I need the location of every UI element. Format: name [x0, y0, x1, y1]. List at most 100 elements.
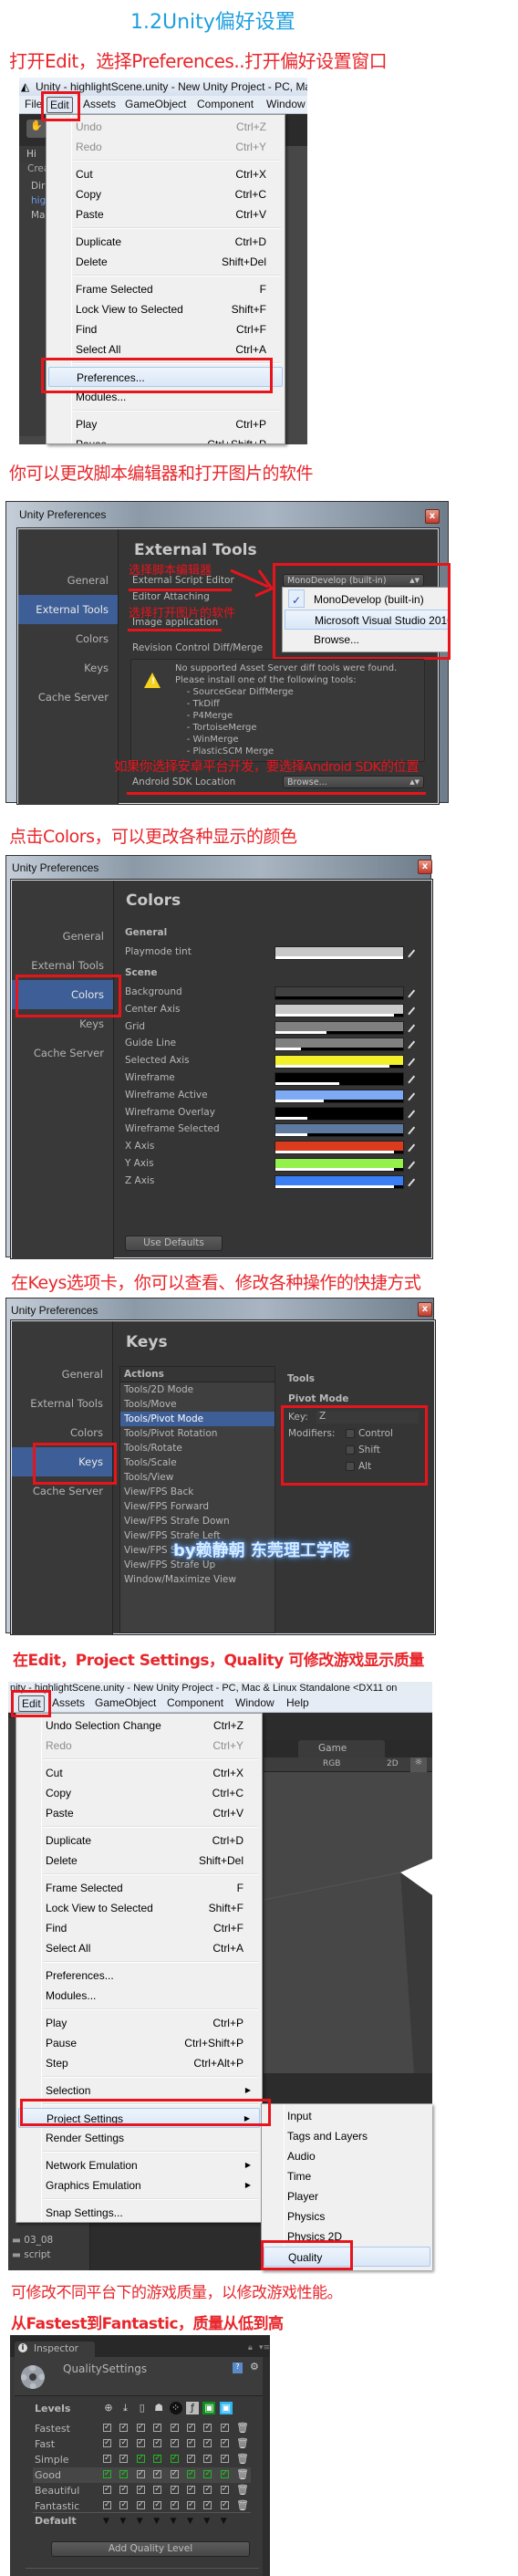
default-dropdown-arrow[interactable]: ▼ — [137, 2517, 143, 2526]
menu-item-audio[interactable]: Audio — [264, 2146, 430, 2166]
platform-checkbox[interactable]: ✓ — [119, 2486, 129, 2494]
menu-item-paste[interactable]: Paste Ctrl+V — [48, 204, 283, 224]
menu-item-lock-view-to-selected[interactable]: Lock View to Selected Shift+F — [48, 299, 283, 319]
menu-item-paste[interactable]: Paste Ctrl+V — [18, 1803, 260, 1823]
menubar-help[interactable]: Help — [284, 1695, 312, 1710]
platform-checkbox[interactable]: ✓ — [153, 2455, 162, 2463]
delete-level-icon[interactable]: 🗑︎ — [236, 2437, 249, 2449]
menubar-assets[interactable]: Assets — [49, 1695, 88, 1710]
menu-item-delete[interactable]: Delete Shift+Del — [18, 1851, 260, 1871]
sun-icon[interactable]: ☼ — [410, 1757, 427, 1772]
action-item-view-fps-strafe-down[interactable]: View/FPS Strafe Down — [120, 1514, 275, 1528]
color-swatch[interactable] — [275, 986, 404, 1000]
action-item-tools-rotate[interactable]: Tools/Rotate — [120, 1441, 275, 1455]
color-swatch[interactable] — [275, 1141, 404, 1155]
hierarchy-item[interactable]: Dir — [31, 181, 45, 192]
menu-item-modules[interactable]: Modules... — [18, 1986, 260, 2006]
default-dropdown-arrow[interactable]: ▼ — [153, 2517, 160, 2526]
platform-checkbox[interactable]: ✓ — [119, 2424, 129, 2432]
default-dropdown-arrow[interactable]: ▼ — [221, 2517, 227, 2526]
platform-checkbox[interactable]: ✓ — [153, 2424, 162, 2432]
action-item-tools-view[interactable]: Tools/View — [120, 1470, 275, 1485]
scrollbar[interactable] — [263, 2357, 270, 2576]
platform-checkbox[interactable]: ✓ — [170, 2470, 179, 2478]
sidebar-item-general[interactable]: General — [12, 922, 113, 951]
close-button[interactable]: x — [418, 1302, 432, 1317]
platform-checkbox[interactable]: ✓ — [220, 2439, 229, 2447]
menu-item-time[interactable]: Time — [264, 2166, 430, 2186]
color-swatch[interactable] — [275, 1106, 404, 1121]
menu-item-snap-settings[interactable]: Snap Settings... — [18, 2203, 260, 2222]
platform-checkbox[interactable]: ✓ — [170, 2424, 179, 2432]
action-item-tools-2d-mode[interactable]: Tools/2D Mode — [120, 1382, 275, 1397]
action-item-tools-scale[interactable]: Tools/Scale — [120, 1455, 275, 1470]
inspector-tab[interactable]: i Inspector — [15, 2341, 95, 2358]
platform-checkbox[interactable]: ✓ — [153, 2486, 162, 2494]
add-quality-level-button[interactable]: Add Quality Level — [51, 2541, 250, 2557]
android-sdk-dropdown[interactable]: Browse... ▲▼ — [283, 776, 424, 788]
platform-checkbox[interactable]: ✓ — [153, 2439, 162, 2447]
color-mode-dropdown[interactable]: RGB — [323, 1759, 340, 1768]
platform-checkbox[interactable]: ✓ — [220, 2455, 229, 2463]
menu-item-select-all[interactable]: Select All Ctrl+A — [48, 339, 283, 360]
color-swatch[interactable] — [275, 1174, 404, 1189]
platform-checkbox[interactable]: ✓ — [170, 2455, 179, 2463]
default-dropdown-arrow[interactable]: ▼ — [187, 2517, 193, 2526]
delete-level-icon[interactable]: 🗑︎ — [236, 2484, 249, 2496]
menu-item-graphics-emulation[interactable]: Graphics Emulation ▶ — [18, 2175, 260, 2195]
platform-checkbox[interactable]: ✓ — [220, 2424, 229, 2432]
menu-item-physics[interactable]: Physics — [264, 2206, 430, 2227]
menu-item-step[interactable]: Step Ctrl+Alt+P — [18, 2053, 260, 2073]
menubar-window[interactable]: Window — [264, 97, 307, 111]
platform-checkbox[interactable]: ✓ — [203, 2501, 212, 2509]
platform-checkbox[interactable]: ✓ — [170, 2439, 179, 2447]
sidebar-item-cache-server[interactable]: Cache Server — [18, 683, 118, 712]
menubar-assets[interactable]: Assets — [80, 97, 119, 111]
platform-checkbox[interactable]: ✓ — [119, 2501, 129, 2509]
menu-item-tags-and-layers[interactable]: Tags and Layers — [264, 2126, 430, 2146]
platform-checkbox[interactable]: ✓ — [136, 2501, 145, 2509]
platform-checkbox[interactable]: ✓ — [170, 2486, 179, 2494]
lock-icon[interactable]: 🔒︎ — [248, 2343, 253, 2352]
platform-checkbox[interactable]: ✓ — [203, 2470, 212, 2478]
menu-item-input[interactable]: Input — [264, 2106, 430, 2126]
platform-checkbox[interactable]: ✓ — [103, 2501, 111, 2509]
scene-view[interactable] — [264, 1772, 432, 2073]
default-dropdown-arrow[interactable]: ▼ — [103, 2517, 109, 2526]
sidebar-item-external-tools[interactable]: External Tools — [12, 1389, 112, 1418]
hierarchy-item[interactable]: hig — [31, 195, 46, 206]
color-swatch[interactable] — [275, 1038, 404, 1052]
action-item-view-fps-forward[interactable]: View/FPS Forward — [120, 1499, 275, 1514]
menu-item-selection[interactable]: Selection ▶ — [18, 2081, 260, 2101]
platform-checkbox[interactable]: ✓ — [103, 2455, 111, 2463]
platform-checkbox[interactable]: ✓ — [203, 2455, 212, 2463]
platform-checkbox[interactable]: ✓ — [203, 2486, 212, 2494]
hierarchy-item[interactable]: Ma — [31, 210, 46, 221]
color-swatch[interactable] — [275, 946, 404, 960]
platform-checkbox[interactable]: ✓ — [136, 2424, 145, 2432]
menu-item-render-settings[interactable]: Render Settings — [18, 2128, 260, 2148]
action-item-window-maximize-view[interactable]: Window/Maximize View — [120, 1572, 275, 1587]
use-defaults-button[interactable]: Use Defaults — [125, 1236, 223, 1251]
platform-checkbox[interactable]: ✓ — [136, 2470, 145, 2478]
menubar-gameobject[interactable]: GameObject — [92, 1695, 159, 1710]
platform-checkbox[interactable]: ✓ — [119, 2470, 129, 2478]
menu-item-find[interactable]: Find Ctrl+F — [18, 1918, 260, 1938]
platform-checkbox[interactable]: ✓ — [187, 2486, 195, 2494]
platform-checkbox[interactable]: ✓ — [103, 2424, 111, 2432]
menu-item-copy[interactable]: Copy Ctrl+C — [18, 1783, 260, 1803]
platform-checkbox[interactable]: ✓ — [187, 2455, 195, 2463]
menubar-window[interactable]: Window — [233, 1695, 277, 1710]
platform-checkbox[interactable]: ✓ — [153, 2470, 162, 2478]
platform-checkbox[interactable]: ✓ — [119, 2455, 129, 2463]
platform-checkbox[interactable]: ✓ — [153, 2501, 162, 2509]
platform-checkbox[interactable]: ✓ — [170, 2501, 179, 2509]
platform-checkbox[interactable]: ✓ — [220, 2470, 229, 2478]
platform-checkbox[interactable]: ✓ — [136, 2455, 145, 2463]
panel-menu-icon[interactable]: ▾≡ — [259, 2343, 270, 2352]
menu-item-frame-selected[interactable]: Frame Selected F — [48, 279, 283, 299]
platform-checkbox[interactable]: ✓ — [220, 2501, 229, 2509]
menu-item-copy[interactable]: Copy Ctrl+C — [48, 184, 283, 204]
delete-level-icon[interactable]: 🗑︎ — [236, 2468, 249, 2480]
hand-tool-button[interactable]: ✋ — [26, 120, 47, 138]
